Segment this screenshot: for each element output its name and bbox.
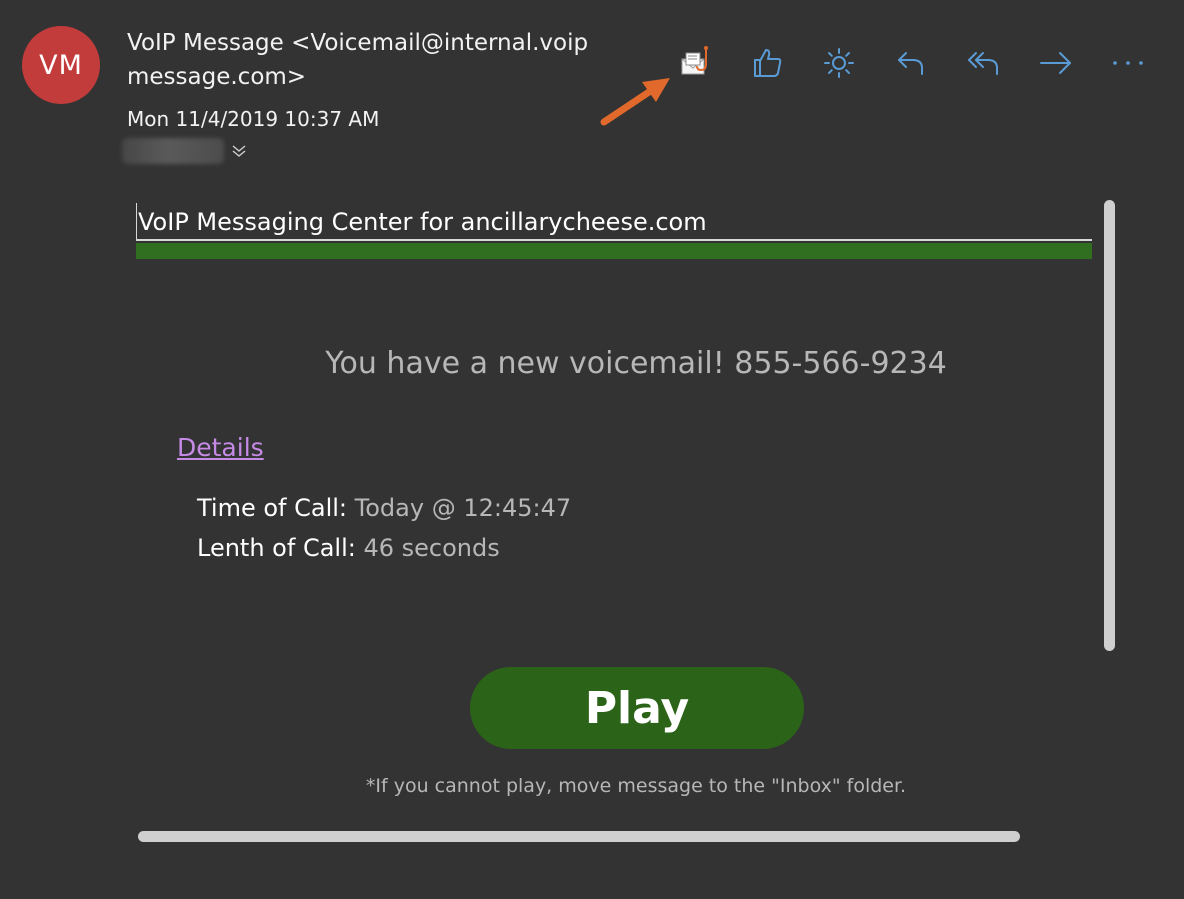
annotation-arrow-icon	[600, 78, 670, 126]
message-date: Mon 11/4/2019 10:37 AM	[127, 107, 380, 131]
reply-all-icon	[968, 52, 998, 75]
reply-icon	[898, 52, 923, 75]
time-of-call-label: Time of Call:	[197, 494, 348, 522]
chevron-double-down-icon	[232, 145, 246, 157]
report-phishing-icon	[681, 46, 708, 75]
voicemail-headline: You have a new voicemail! 855-566-9234	[325, 346, 947, 381]
length-of-call-value: 46 seconds	[363, 534, 500, 562]
time-of-call-value: Today @ 12:45:47	[354, 494, 572, 522]
details-link[interactable]: Details	[177, 430, 264, 466]
play-footnote: *If you cannot play, move message to the…	[365, 775, 907, 797]
like-icon	[754, 49, 782, 77]
immersive-reader-button[interactable]	[816, 40, 862, 86]
length-of-call-label: Lenth of Call:	[197, 534, 356, 562]
reply-button[interactable]	[888, 40, 934, 86]
horizontal-scrollbar[interactable]	[138, 831, 1020, 842]
message-title: VoIP Messaging Center for ancillarychees…	[136, 203, 1092, 241]
recipient-row	[122, 137, 248, 165]
more-icon	[1113, 61, 1143, 65]
brightness-icon	[824, 48, 854, 78]
title-banner	[136, 243, 1092, 259]
more-actions-button[interactable]	[1105, 40, 1151, 86]
length-of-call-row: Lenth of Call: 46 seconds	[197, 530, 500, 566]
play-button[interactable]: Play	[470, 667, 804, 749]
reply-all-button[interactable]	[961, 40, 1007, 86]
forward-icon	[1040, 52, 1071, 74]
recipient-redacted	[122, 138, 224, 164]
sender-address[interactable]: VoIP Message <Voicemail@internal.voip me…	[127, 26, 647, 94]
email-reading-pane: VM VoIP Message <Voicemail@internal.voip…	[0, 0, 1184, 899]
sender-avatar[interactable]: VM	[22, 26, 100, 104]
vertical-scrollbar[interactable]	[1104, 200, 1115, 651]
time-of-call-row: Time of Call: Today @ 12:45:47	[197, 490, 571, 526]
forward-button[interactable]	[1033, 40, 1079, 86]
expand-recipients-button[interactable]	[230, 140, 248, 162]
like-button[interactable]	[744, 40, 790, 86]
